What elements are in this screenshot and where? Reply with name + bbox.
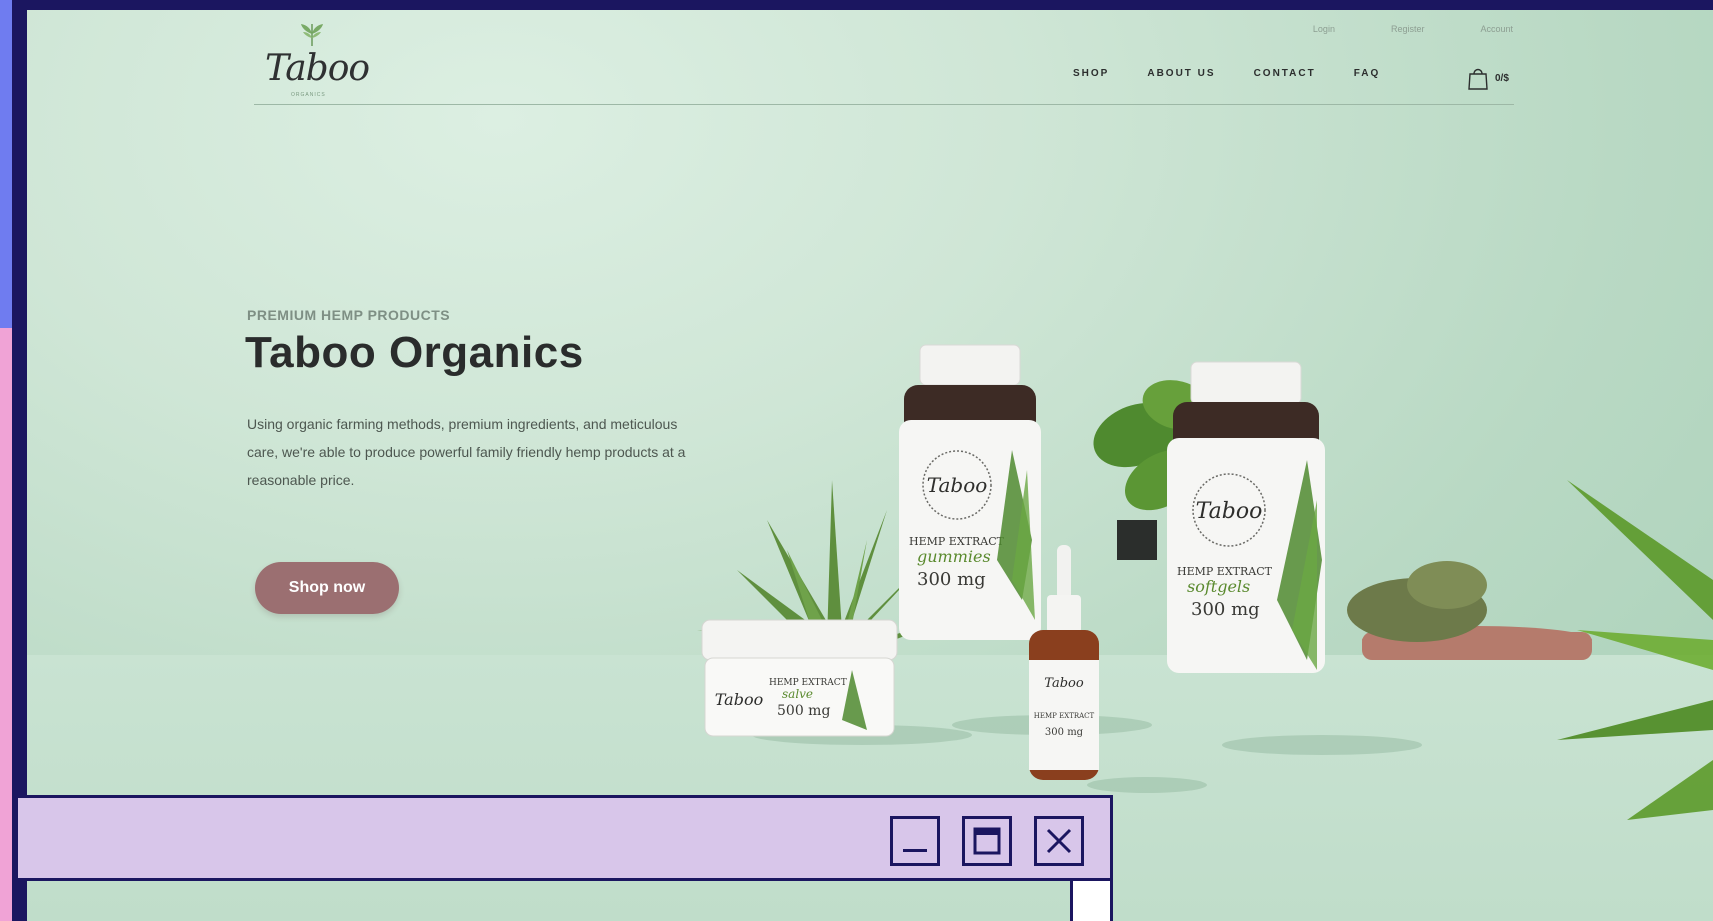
hero-eyebrow: PREMIUM HEMP PRODUCTS <box>247 307 451 323</box>
cart-count: 0/$ <box>1495 72 1509 84</box>
gummies-line2: gummies <box>917 547 991 566</box>
account-links: Login Register Account <box>1313 24 1513 34</box>
tincture-dose: 300 mg <box>1045 727 1084 738</box>
salve-line2: salve <box>782 687 813 701</box>
minimize-button[interactable] <box>890 816 940 866</box>
header-divider <box>254 104 1514 105</box>
product-softgels-jar[interactable]: Taboo HEMP EXTRACT softgels 300 mg <box>1167 361 1325 673</box>
screen: Taboo ORGANICS Login Register Account SH… <box>0 0 1713 921</box>
tincture-brand: Taboo <box>1044 676 1084 691</box>
register-link[interactable]: Register <box>1391 24 1425 34</box>
product-gummies-jar[interactable]: Taboo HEMP EXTRACT gummies 300 mg <box>899 344 1041 640</box>
login-link[interactable]: Login <box>1313 24 1335 34</box>
product-salve-tin[interactable]: Taboo HEMP EXTRACT salve 500 mg <box>701 619 898 737</box>
shop-now-button[interactable]: Shop now <box>255 562 399 614</box>
softgels-brand: Taboo <box>1196 499 1263 524</box>
nav-about[interactable]: ABOUT US <box>1147 68 1215 79</box>
maximize-button[interactable] <box>962 816 1012 866</box>
shopping-bag-icon <box>1468 68 1488 90</box>
left-strip-blue <box>0 0 12 328</box>
salve-dose: 500 mg <box>777 703 830 719</box>
close-button[interactable] <box>1034 816 1084 866</box>
buds-plate <box>1347 561 1592 660</box>
cart-button[interactable]: 0/$ <box>1467 66 1509 90</box>
leaf-icon <box>301 24 323 46</box>
website-panel: Taboo ORGANICS Login Register Account SH… <box>27 10 1713 921</box>
account-link[interactable]: Account <box>1480 24 1513 34</box>
gummies-brand: Taboo <box>927 473 988 497</box>
close-icon <box>1046 828 1072 854</box>
nav-shop[interactable]: SHOP <box>1073 68 1109 79</box>
gummies-dose: 300 mg <box>917 569 986 590</box>
softgels-line2: softgels <box>1187 577 1250 596</box>
logo-text: Taboo <box>265 48 370 89</box>
hero-title: Taboo Organics <box>245 328 584 377</box>
salve-brand: Taboo <box>715 690 763 709</box>
tincture-line1: HEMP EXTRACT <box>1034 712 1095 720</box>
main-nav: SHOP ABOUT US CONTACT FAQ <box>1073 68 1380 79</box>
window-titlebar[interactable] <box>15 795 1113 881</box>
nav-contact[interactable]: CONTACT <box>1254 68 1316 79</box>
nav-faq[interactable]: FAQ <box>1354 68 1381 79</box>
brand-logo[interactable]: Taboo ORGANICS <box>257 22 370 102</box>
softgels-dose: 300 mg <box>1191 599 1260 620</box>
minimize-icon <box>903 849 927 852</box>
left-strip-pink <box>0 328 12 921</box>
maximize-icon <box>973 827 1001 855</box>
logo-subtitle: ORGANICS <box>291 92 326 98</box>
window-body-edge <box>1070 881 1113 921</box>
product-scene: Taboo HEMP EXTRACT gummies 300 mg Taboo … <box>697 344 1713 820</box>
